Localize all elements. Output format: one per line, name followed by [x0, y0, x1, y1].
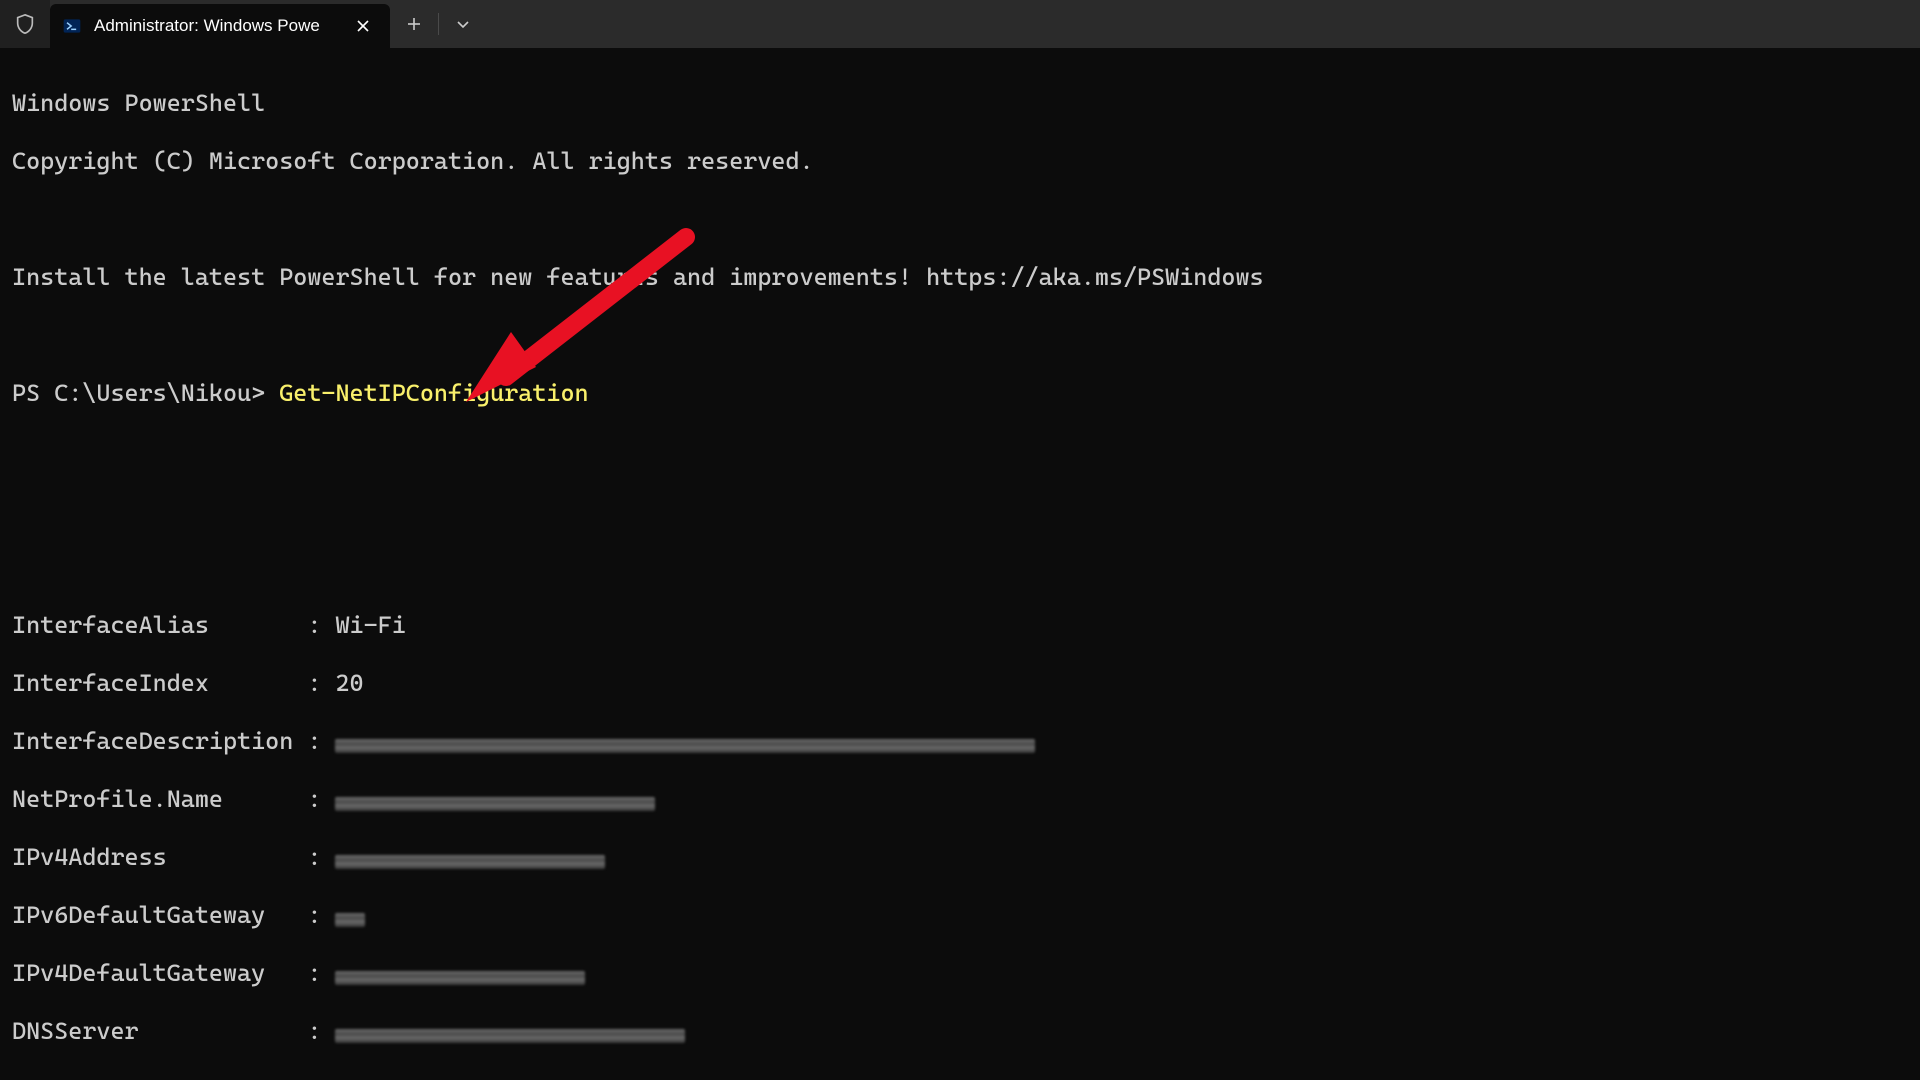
close-icon	[357, 20, 369, 32]
colon: :	[307, 843, 335, 872]
output-key: NetProfile.Name	[12, 785, 307, 814]
prompt-prefix: PS C:\Users\Nikou>	[12, 379, 279, 407]
banner-line: Install the latest PowerShell for new fe…	[12, 263, 1908, 292]
output-key: InterfaceDescription	[12, 727, 307, 756]
prompt-line: PS C:\Users\Nikou> Get-NetIPConfiguratio…	[12, 379, 1908, 408]
tab-title: Administrator: Windows Powe	[94, 16, 342, 36]
redacted-value	[335, 901, 365, 930]
redacted-value	[335, 785, 655, 814]
redacted-value	[335, 959, 585, 988]
powershell-icon	[62, 16, 82, 36]
terminal-area[interactable]: Windows PowerShell Copyright (C) Microso…	[0, 48, 1920, 1080]
output-row: InterfaceAlias: Wi-Fi	[12, 611, 1908, 640]
output-row	[12, 1075, 1908, 1080]
tab-active[interactable]: Administrator: Windows Powe	[50, 4, 390, 48]
output-row: IPv4Address:	[12, 843, 1908, 872]
tab-close-button[interactable]	[350, 13, 376, 39]
plus-icon	[407, 17, 421, 31]
output-key: IPv6DefaultGateway	[12, 901, 307, 930]
output-key: InterfaceAlias	[12, 611, 307, 640]
output-row: IPv4DefaultGateway:	[12, 959, 1908, 988]
output-key: IPv4Address	[12, 843, 307, 872]
output-key: InterfaceIndex	[12, 669, 307, 698]
banner-line: Copyright (C) Microsoft Corporation. All…	[12, 147, 1908, 176]
output-value: Wi-Fi	[335, 611, 405, 640]
uac-shield-icon	[0, 0, 50, 48]
output-value: 20	[335, 669, 363, 698]
output-row: IPv6DefaultGateway:	[12, 901, 1908, 930]
colon: :	[307, 1017, 335, 1046]
new-tab-button[interactable]	[390, 0, 438, 48]
redacted-value	[335, 1017, 685, 1046]
redacted-value	[335, 843, 605, 872]
colon: :	[307, 669, 335, 698]
redacted-value	[335, 727, 1035, 756]
blank-line	[12, 205, 1908, 234]
colon: :	[307, 727, 335, 756]
output-row: InterfaceDescription:	[12, 727, 1908, 756]
colon: :	[307, 901, 335, 930]
chevron-down-icon	[456, 17, 470, 31]
output-key: DNSServer	[12, 1017, 307, 1046]
colon: :	[307, 959, 335, 988]
banner-line: Windows PowerShell	[12, 89, 1908, 118]
blank-line	[12, 495, 1908, 524]
blank-line	[12, 437, 1908, 466]
output-row: InterfaceIndex: 20	[12, 669, 1908, 698]
colon: :	[307, 611, 335, 640]
output-row: NetProfile.Name:	[12, 785, 1908, 814]
output-row: DNSServer:	[12, 1017, 1908, 1046]
tab-dropdown-button[interactable]	[439, 0, 487, 48]
entered-command: Get-NetIPConfiguration	[279, 379, 588, 407]
colon: :	[307, 785, 335, 814]
blank-line	[12, 321, 1908, 350]
redacted-value	[335, 1075, 685, 1080]
output-key: IPv4DefaultGateway	[12, 959, 307, 988]
